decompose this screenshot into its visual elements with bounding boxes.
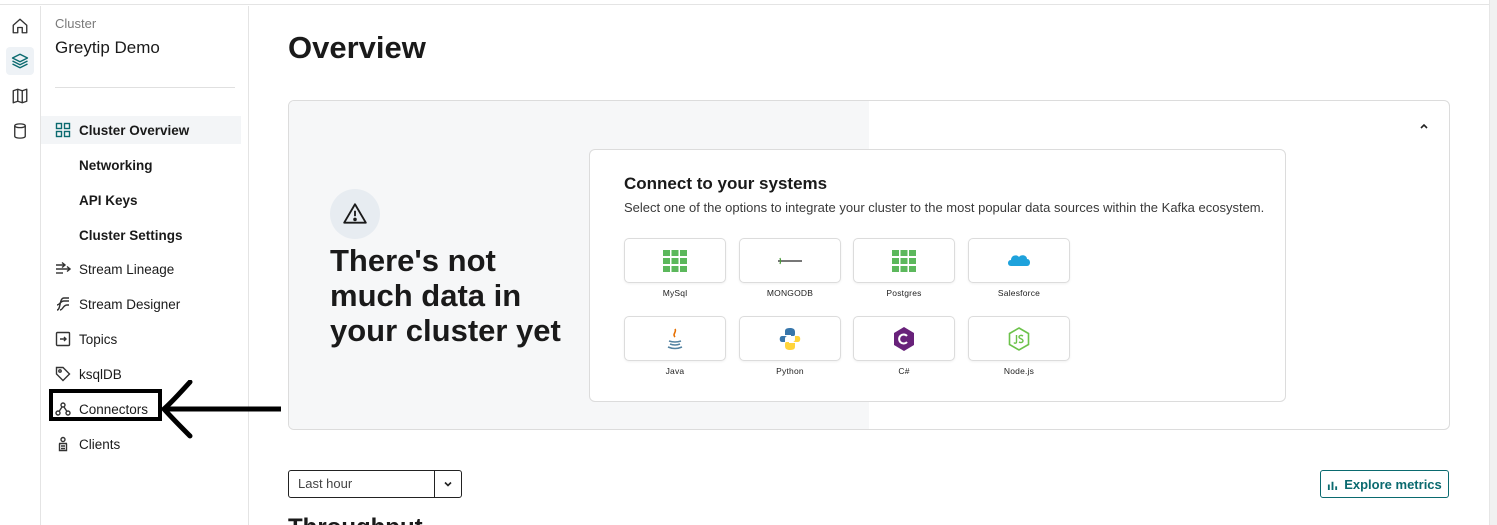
connect-title: Connect to your systems xyxy=(624,174,828,193)
time-range-value: Last hour xyxy=(298,476,353,491)
tile-label: MONGODB xyxy=(766,288,814,298)
bar-chart-icon xyxy=(1328,481,1338,490)
scrollbar[interactable] xyxy=(1489,0,1497,525)
connector-tile-postgres[interactable]: Postgres xyxy=(853,238,955,298)
connector-tile-mysql[interactable]: MySql xyxy=(624,238,726,298)
warning-icon xyxy=(330,189,380,239)
lineage-icon xyxy=(55,261,71,277)
chevron-down-icon[interactable] xyxy=(434,471,461,497)
connector-tile-salesforce[interactable]: Salesforce xyxy=(968,238,1070,298)
salesforce-icon xyxy=(1008,254,1030,266)
map-icon[interactable] xyxy=(6,82,34,110)
sidebar-item-cluster-overview[interactable]: Cluster Overview xyxy=(41,116,241,144)
page-title: Overview xyxy=(288,30,426,65)
sidebar-item-networking[interactable]: Networking xyxy=(41,151,241,179)
database-icon[interactable] xyxy=(6,117,34,145)
sidebar-item-label: Stream Designer xyxy=(79,296,181,312)
connector-tile-python[interactable]: Python xyxy=(739,316,841,376)
tile-label: Postgres xyxy=(886,288,922,298)
csharp-icon xyxy=(894,326,914,351)
home-icon[interactable] xyxy=(6,12,34,40)
sidebar-item-label: Topics xyxy=(79,331,118,347)
nodejs-icon xyxy=(1008,326,1030,351)
sidebar-item-label: Clients xyxy=(79,436,121,452)
java-icon xyxy=(667,328,683,349)
mysql-icon xyxy=(663,249,687,272)
sidebar-item-cluster-settings[interactable]: Cluster Settings xyxy=(41,221,241,249)
time-range-select[interactable]: Last hour xyxy=(288,470,462,498)
connector-tile-nodejs[interactable]: Node.js xyxy=(968,316,1070,376)
cluster-name: Greytip Demo xyxy=(55,38,160,57)
explore-metrics-label: Explore metrics xyxy=(1344,476,1442,492)
chevron-up-icon[interactable] xyxy=(1417,119,1431,133)
top-divider xyxy=(0,0,1489,5)
layers-icon[interactable] xyxy=(6,47,34,75)
sidebar-divider xyxy=(55,87,235,88)
grid-icon xyxy=(55,122,71,138)
annotation-arrow-icon xyxy=(160,380,281,439)
annotation-highlight-box xyxy=(49,389,162,421)
tile-label: Java xyxy=(665,366,685,376)
empty-state-panel: There's not much data in your cluster ye… xyxy=(288,100,1450,430)
icon-rail xyxy=(0,6,41,525)
sidebar-item-label: Stream Lineage xyxy=(79,261,175,277)
connector-tile-csharp[interactable]: C# xyxy=(853,316,955,376)
designer-icon xyxy=(55,296,71,312)
sidebar-item-label: Cluster Settings xyxy=(79,227,183,243)
tile-label: MySql xyxy=(662,288,688,298)
empty-state-message: There's not much data in your cluster ye… xyxy=(330,243,561,348)
explore-metrics-button[interactable]: Explore metrics xyxy=(1320,470,1449,498)
cluster-sidebar: Cluster Greytip Demo Cluster Overview Ne… xyxy=(41,6,249,525)
sidebar-item-stream-designer[interactable]: Stream Designer xyxy=(41,290,241,318)
cluster-caption: Cluster xyxy=(55,16,97,31)
python-icon xyxy=(779,327,801,350)
sidebar-item-label: API Keys xyxy=(79,192,138,208)
connect-systems-card: Connect to your systems Select one of th… xyxy=(589,149,1286,402)
throughput-heading: Throughput xyxy=(288,514,423,525)
sidebar-item-api-keys[interactable]: API Keys xyxy=(41,186,241,214)
topics-icon xyxy=(55,331,71,347)
sidebar-item-label: ksqlDB xyxy=(79,366,122,382)
sidebar-item-label: Cluster Overview xyxy=(79,122,190,138)
clients-icon xyxy=(55,436,71,452)
tile-label: Python xyxy=(776,366,804,376)
connect-description: Select one of the options to integrate y… xyxy=(624,200,1265,215)
sidebar-item-topics[interactable]: Topics xyxy=(41,325,241,353)
postgres-icon xyxy=(892,249,916,272)
connector-tile-mongodb[interactable]: MONGODB xyxy=(739,238,841,298)
tile-label: C# xyxy=(898,366,910,376)
sidebar-item-label: Networking xyxy=(79,157,153,173)
tile-label: Node.js xyxy=(1003,366,1035,376)
mongodb-icon xyxy=(778,257,802,264)
tile-label: Salesforce xyxy=(997,288,1041,298)
sidebar-item-stream-lineage[interactable]: Stream Lineage xyxy=(41,255,241,283)
connector-tile-java[interactable]: Java xyxy=(624,316,726,376)
ksqldb-icon xyxy=(55,366,71,382)
